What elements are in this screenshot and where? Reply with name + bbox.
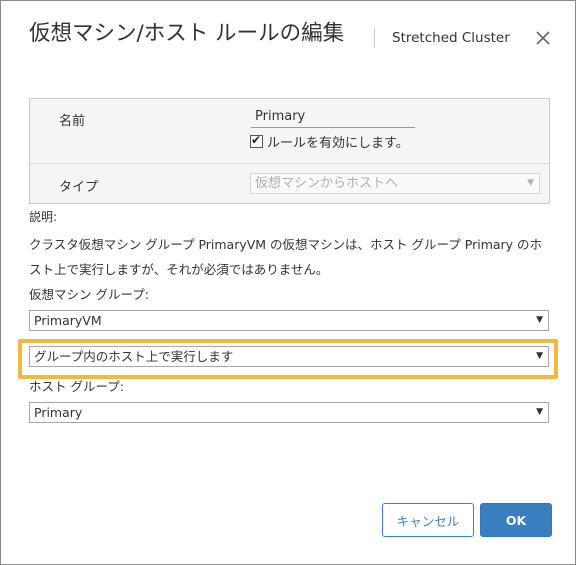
- type-label: タイプ: [59, 180, 99, 195]
- dropdown-arrow-icon: ▼: [536, 315, 543, 325]
- dialog-subtitle: Stretched Cluster: [392, 30, 510, 46]
- rule-mode-select[interactable]: グループ内のホスト上で実行します ▼: [29, 346, 549, 367]
- close-icon[interactable]: [534, 29, 552, 47]
- dropdown-arrow-icon: ▼: [536, 407, 543, 417]
- edit-vm-host-rule-dialog: 仮想マシン/ホスト ルールの編集 Stretched Cluster 名前 ✔ …: [0, 0, 576, 565]
- vm-group-value: PrimaryVM: [34, 313, 102, 328]
- ok-button[interactable]: OK: [480, 503, 552, 537]
- description-text: クラスタ仮想マシン グループ PrimaryVM の仮想マシンは、ホスト グルー…: [29, 237, 543, 277]
- cancel-button[interactable]: キャンセル: [382, 503, 474, 537]
- vm-group-label: 仮想マシン グループ:: [29, 287, 149, 302]
- type-select-value: 仮想マシンからホストへ: [255, 176, 399, 191]
- enable-rule-label: ルールを有効にします。: [267, 136, 409, 151]
- enable-rule-checkbox[interactable]: ✔: [250, 133, 263, 148]
- host-group-label: ホスト グループ:: [29, 379, 124, 394]
- host-group-select[interactable]: Primary ▼: [29, 402, 549, 423]
- name-field[interactable]: [251, 105, 415, 128]
- rule-settings-panel: 名前 ✔ ルールを有効にします。 タイプ 仮想マシンからホストへ ▼: [29, 98, 550, 204]
- description-label: 説明:: [29, 210, 58, 224]
- dialog-title: 仮想マシン/ホスト ルールの編集: [29, 21, 345, 46]
- name-label: 名前: [59, 114, 86, 129]
- dropdown-arrow-icon: ▼: [527, 178, 534, 188]
- dropdown-arrow-icon: ▼: [536, 351, 543, 361]
- divider: [30, 163, 549, 164]
- checkmark-icon: ✔: [251, 133, 262, 147]
- host-group-value: Primary: [34, 405, 83, 420]
- rule-mode-value: グループ内のホスト上で実行します: [34, 349, 234, 364]
- vm-group-select[interactable]: PrimaryVM ▼: [29, 310, 549, 331]
- title-separator: [374, 28, 375, 48]
- enable-rule-option[interactable]: ✔ ルールを有効にします。: [250, 132, 409, 151]
- type-select: 仮想マシンからホストへ ▼: [250, 173, 540, 194]
